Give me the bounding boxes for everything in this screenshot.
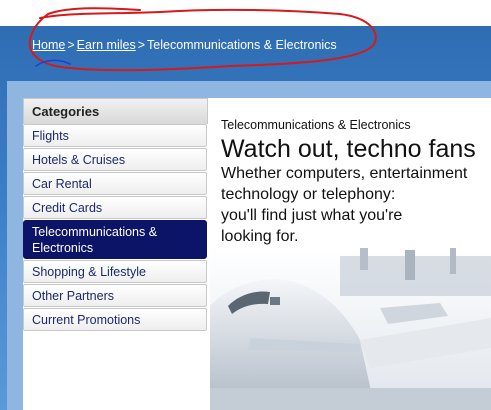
categories-sidebar: Categories Flights Hotels & Cruises Car …: [23, 98, 210, 410]
description-line: Whether computers, entertainment: [221, 165, 468, 182]
category-current-promotions[interactable]: Current Promotions: [23, 308, 207, 331]
category-credit-cards[interactable]: Credit Cards: [23, 196, 207, 219]
breadcrumb-home-link[interactable]: Home: [32, 38, 65, 52]
breadcrumb: Home > Earn miles > Telecommunications & Ele…: [32, 38, 337, 52]
category-flights[interactable]: Flights: [23, 124, 207, 147]
breadcrumb-current: Telecommunications & Electronics: [147, 38, 337, 52]
categories-title: Categories: [23, 98, 208, 124]
section-subtitle: Telecommunications & Electronics: [221, 118, 411, 132]
description-line: looking for.: [221, 228, 299, 245]
main-content: Telecommunications & Electronics Watch o…: [210, 98, 491, 410]
category-shopping-lifestyle[interactable]: Shopping & Lifestyle: [23, 260, 207, 283]
description-line: you'll find just what you're: [221, 207, 403, 224]
breadcrumb-earn-miles-link[interactable]: Earn miles: [77, 38, 136, 52]
breadcrumb-separator: >: [67, 38, 75, 52]
category-hotels-cruises[interactable]: Hotels & Cruises: [23, 148, 207, 171]
headline: Watch out, techno fans: [221, 135, 476, 163]
description: Whether computers, entertainment technol…: [221, 163, 491, 247]
airport-aircraft-image: [210, 248, 491, 410]
category-car-rental[interactable]: Car Rental: [23, 172, 207, 195]
categories-menu: Flights Hotels & Cruises Car Rental Cred…: [23, 124, 210, 332]
category-telecommunications-electronics[interactable]: Telecommunications & Electronics: [23, 220, 207, 259]
category-other-partners[interactable]: Other Partners: [23, 284, 207, 307]
main-text-block: Telecommunications & Electronics Watch o…: [221, 118, 491, 247]
description-line: technology or telephony:: [221, 186, 396, 203]
breadcrumb-separator: >: [137, 38, 146, 52]
